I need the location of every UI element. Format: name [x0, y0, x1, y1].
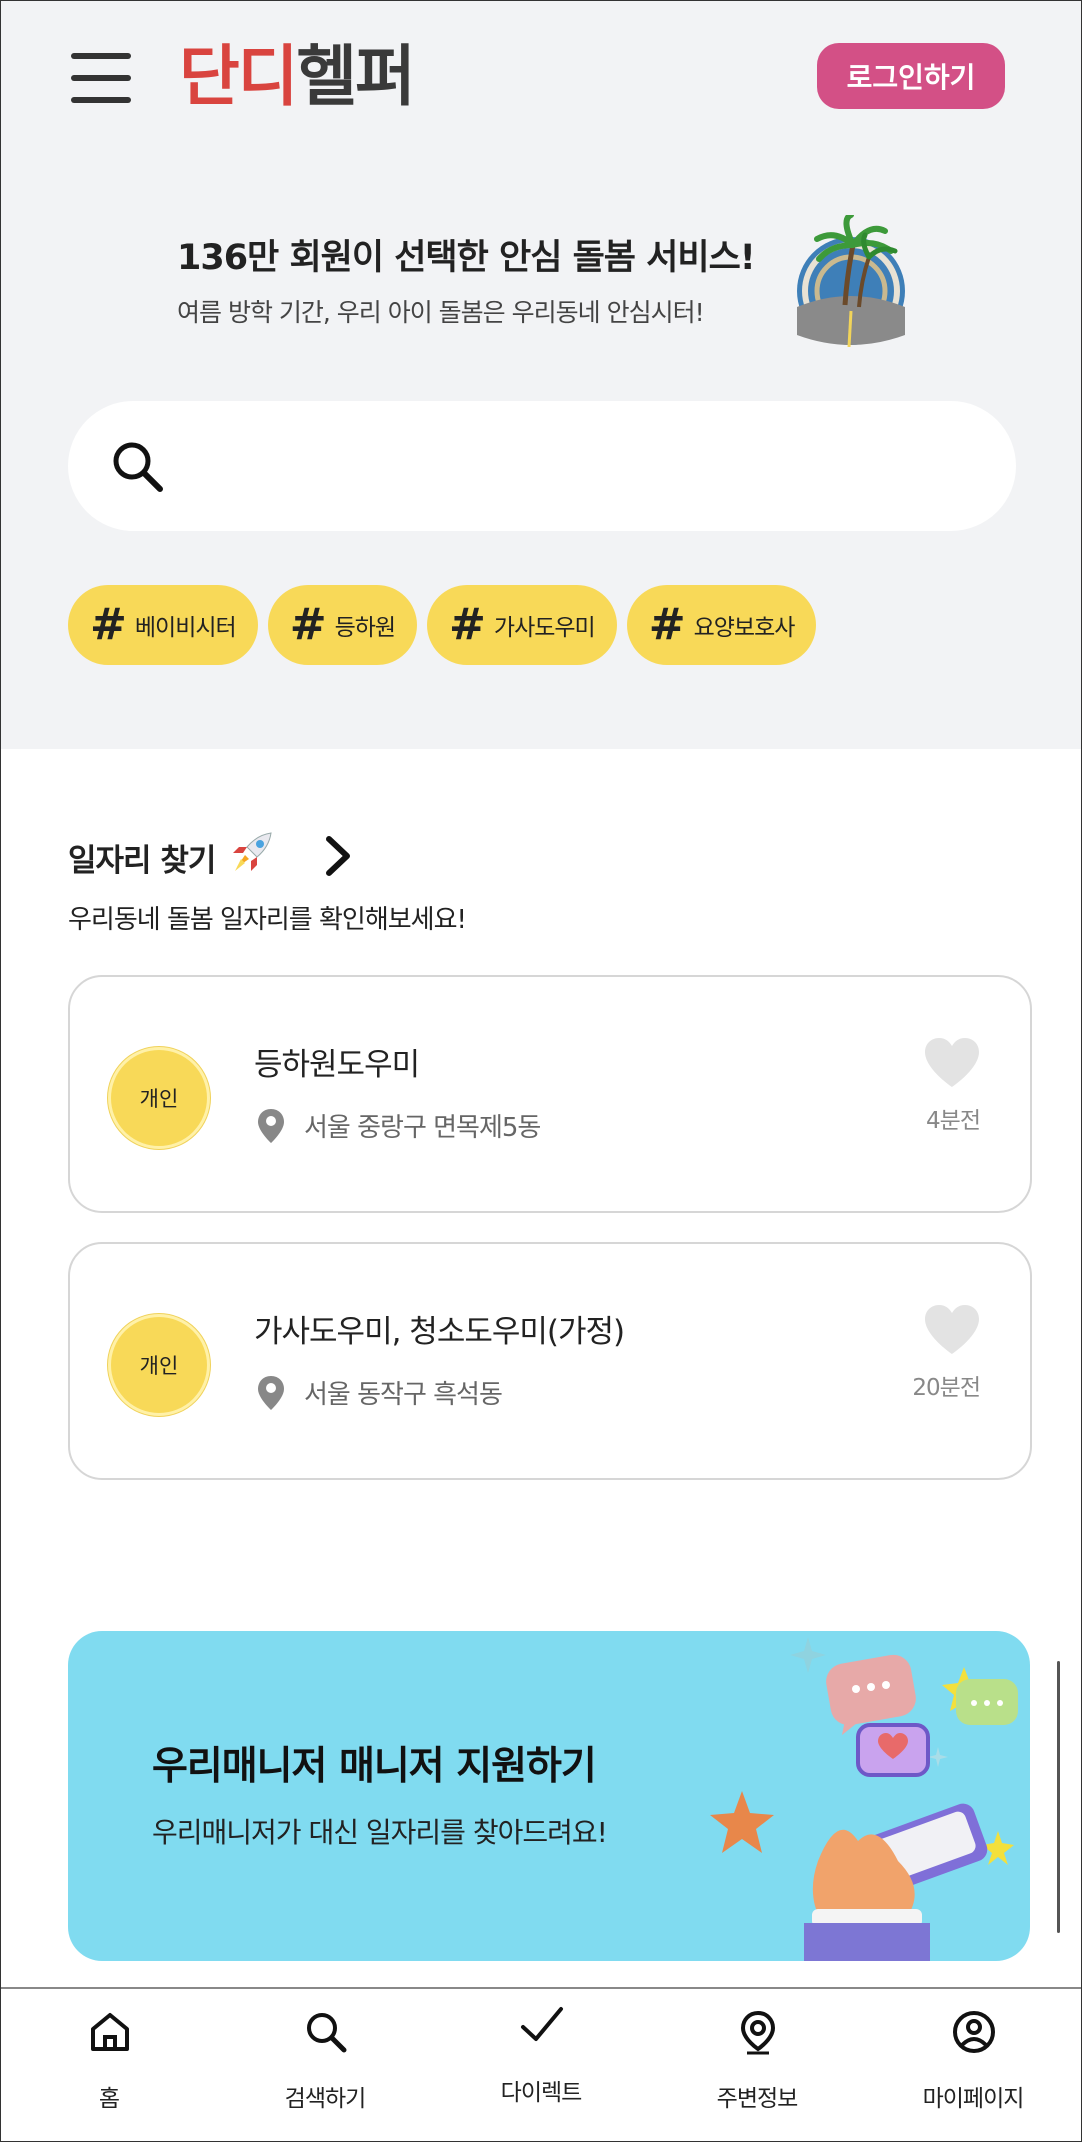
- heart-icon[interactable]: [921, 1302, 983, 1358]
- chevron-right-icon[interactable]: [319, 831, 359, 881]
- nav-mypage[interactable]: 마이페이지: [873, 1989, 1073, 2141]
- tag-label: 등하원: [334, 615, 396, 641]
- tag-housekeeper[interactable]: # 가사도우미: [427, 585, 617, 665]
- promo-title: 136만 회원이 선택한 안심 돌봄 서비스!: [177, 238, 756, 278]
- nav-label: 검색하기: [284, 2086, 367, 2112]
- location-pin-icon: [740, 2010, 776, 2055]
- hashtag-icon: #: [289, 599, 327, 650]
- posted-time: 4분전: [926, 1108, 981, 1134]
- home-icon: [91, 2013, 129, 2051]
- hashtag-icon: #: [648, 599, 686, 650]
- hamburger-menu-icon[interactable]: [71, 49, 131, 107]
- job-location: 서울 동작구 흑석동: [304, 1380, 503, 1410]
- job-card[interactable]: 개인 가사도우미, 청소도우미(가정) 서울 동작구 흑석동 20분전: [68, 1242, 1032, 1480]
- heart-icon[interactable]: [921, 1035, 983, 1091]
- nav-label: 홈: [98, 2086, 120, 2112]
- poster-type-badge: 개인: [108, 1314, 210, 1416]
- jobs-section-subtitle: 우리동네 돌봄 일자리를 확인해보세요!: [68, 905, 467, 935]
- tag-caregiver[interactable]: # 요양보호사: [626, 585, 817, 665]
- nav-label: 주변정보: [716, 2086, 799, 2112]
- job-title: 등하원도우미: [254, 1047, 420, 1083]
- banner-subtitle: 우리매니저가 대신 일자리를 찾아드려요!: [152, 1816, 608, 1849]
- tag-school-pickup[interactable]: # 등하원: [267, 585, 418, 665]
- palm-tree-illustration: [797, 215, 905, 347]
- rocket-icon: [233, 832, 272, 871]
- nav-label: 마이페이지: [922, 2086, 1025, 2112]
- search-bar[interactable]: [68, 401, 1016, 531]
- location-pin-icon: [258, 1109, 284, 1143]
- check-icon: [521, 2007, 563, 2041]
- nav-direct[interactable]: 다이렉트: [441, 1989, 641, 2141]
- app-screen: 단디 헬퍼 로그인하기 136만 회원이 선택한 안심 돌봄 서비스! 여름 방…: [0, 0, 1082, 2142]
- job-title: 가사도우미, 청소도우미(가정): [254, 1314, 625, 1350]
- nav-home[interactable]: 홈: [9, 1989, 209, 2141]
- tag-list: # 베이비시터 # 등하원 # 가사도우미 # 요양보호사: [68, 585, 817, 667]
- poster-type-badge: 개인: [108, 1047, 210, 1149]
- bottom-navigation: 홈 검색하기 다이렉트 주변정보 마이페이지: [1, 1987, 1081, 2141]
- nav-label: 다이렉트: [500, 2080, 583, 2106]
- logo-text-red: 단디: [179, 38, 298, 115]
- nav-search[interactable]: 검색하기: [225, 1989, 425, 2141]
- job-card[interactable]: 개인 등하원도우미 서울 중랑구 면목제5동 4분전: [68, 975, 1032, 1213]
- posted-time: 20분전: [912, 1375, 981, 1401]
- promo-subtitle: 여름 방학 기간, 우리 아이 돌봄은 우리동네 안심시터!: [177, 298, 705, 327]
- job-location: 서울 중랑구 면목제5동: [304, 1113, 541, 1143]
- location-pin-icon: [258, 1376, 284, 1410]
- tag-label: 요양보호사: [693, 615, 796, 641]
- hero-area: 단디 헬퍼 로그인하기 136만 회원이 선택한 안심 돌봄 서비스! 여름 방…: [1, 1, 1081, 749]
- manager-apply-banner[interactable]: 우리매니저 매니저 지원하기 우리매니저가 대신 일자리를 찾아드려요!: [68, 1631, 1030, 1961]
- nav-nearby[interactable]: 주변정보: [657, 1989, 857, 2141]
- banner-title: 우리매니저 매니저 지원하기: [152, 1744, 597, 1789]
- logo-text-dark: 헬퍼: [296, 38, 415, 115]
- hashtag-icon: #: [90, 599, 127, 650]
- tag-label: 가사도우미: [493, 615, 596, 641]
- search-icon: [307, 2013, 347, 2053]
- jobs-section-title: 일자리 찾기: [68, 843, 216, 879]
- tag-babysitter[interactable]: # 베이비시터: [68, 585, 258, 665]
- logo[interactable]: 단디 헬퍼: [179, 37, 416, 117]
- hashtag-icon: #: [449, 599, 486, 650]
- hand-phone-illustration: [710, 1637, 1018, 1961]
- search-icon: [113, 442, 163, 492]
- scrollbar[interactable]: [1057, 1661, 1060, 1933]
- login-button[interactable]: 로그인하기: [817, 43, 1005, 109]
- user-circle-icon: [953, 2011, 995, 2053]
- tag-label: 베이비시터: [134, 615, 237, 641]
